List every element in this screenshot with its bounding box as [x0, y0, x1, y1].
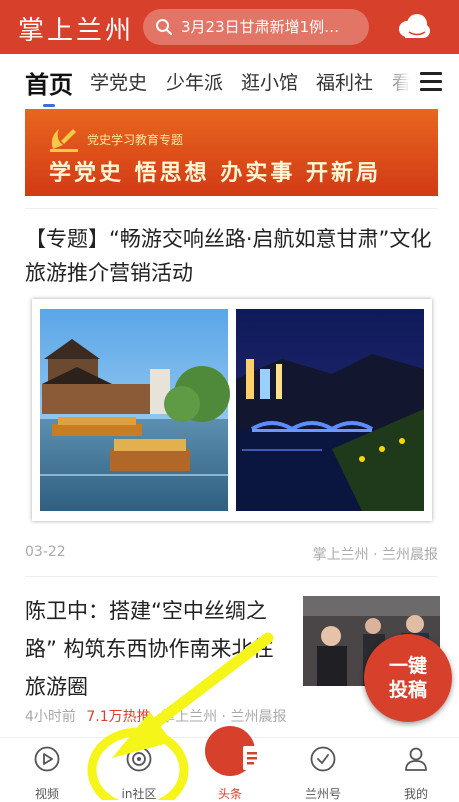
nav-profile[interactable]: 我的 — [381, 738, 451, 801]
article-time: 4小时前 — [25, 709, 76, 725]
play-icon — [34, 746, 60, 772]
nav-community[interactable]: in社区 — [104, 738, 174, 801]
top-header: 掌上兰州 3月23日甘肃新增1例… — [0, 0, 459, 54]
community-icon — [126, 746, 152, 772]
fab-line2: 投稿 — [388, 679, 427, 701]
menu-icon[interactable] — [420, 72, 442, 92]
search-icon — [156, 19, 172, 35]
nav-lanzhou-account[interactable]: 兰州号 — [288, 738, 358, 801]
article-source: 掌上兰州 · 兰州晨报 — [161, 709, 287, 725]
submit-post-button[interactable]: 一键 投稿 — [364, 634, 452, 722]
fab-line1: 一键 — [388, 655, 427, 677]
active-tab-indicator — [43, 104, 55, 107]
tab-youth[interactable]: 少年派 — [166, 68, 223, 95]
search-text: 3月23日甘肃新增1例… — [181, 18, 340, 36]
article-source: 掌上兰州 · 兰州晨报 — [312, 547, 438, 563]
tab-party-history[interactable]: 学党史 — [90, 68, 147, 95]
search-bar[interactable]: 3月23日甘肃新增1例… — [143, 9, 369, 45]
article-title[interactable]: 【专题】“畅游交响丝路·启航如意甘肃”文化旅游推介营销活动 — [25, 222, 440, 290]
tab-welfare[interactable]: 福利社 — [316, 68, 373, 95]
article-meta: 4小时前 7.1万热推 掌上兰州 · 兰州晨报 — [25, 706, 286, 726]
party-emblem-icon — [50, 129, 78, 152]
banner-subtitle: 党史学习教育专题 — [87, 133, 184, 147]
tab-restaurants[interactable]: 逛小馆 — [241, 68, 298, 95]
bottom-nav: 视频 in社区 头条 兰州号 我的 — [0, 726, 459, 801]
hot-count: 7.1万热推 — [86, 709, 151, 725]
cloud-icon[interactable] — [395, 12, 431, 42]
channel-tabs: 首页 学党史 少年派 逛小馆 福利社 看 — [0, 54, 459, 110]
article-image[interactable] — [32, 299, 432, 521]
party-history-banner[interactable]: 党史学习教育专题 学党史 悟思想 办实事 开新局 — [25, 109, 438, 196]
article-title[interactable]: 陈卫中：搭建“空中丝绸之路” 构筑东西协作南来北往旅游圈 — [25, 592, 290, 706]
user-icon — [405, 747, 427, 771]
banner-slogan: 学党史 悟思想 办实事 开新局 — [49, 161, 381, 186]
article-date: 03-22 — [25, 544, 66, 560]
app-title: 掌上兰州 — [18, 16, 135, 46]
news-icon — [205, 726, 261, 776]
nav-headlines[interactable]: 头条 — [195, 726, 265, 801]
tab-home[interactable]: 首页 — [25, 65, 73, 100]
shield-check-icon — [310, 746, 336, 772]
nav-video[interactable]: 视频 — [12, 738, 82, 801]
